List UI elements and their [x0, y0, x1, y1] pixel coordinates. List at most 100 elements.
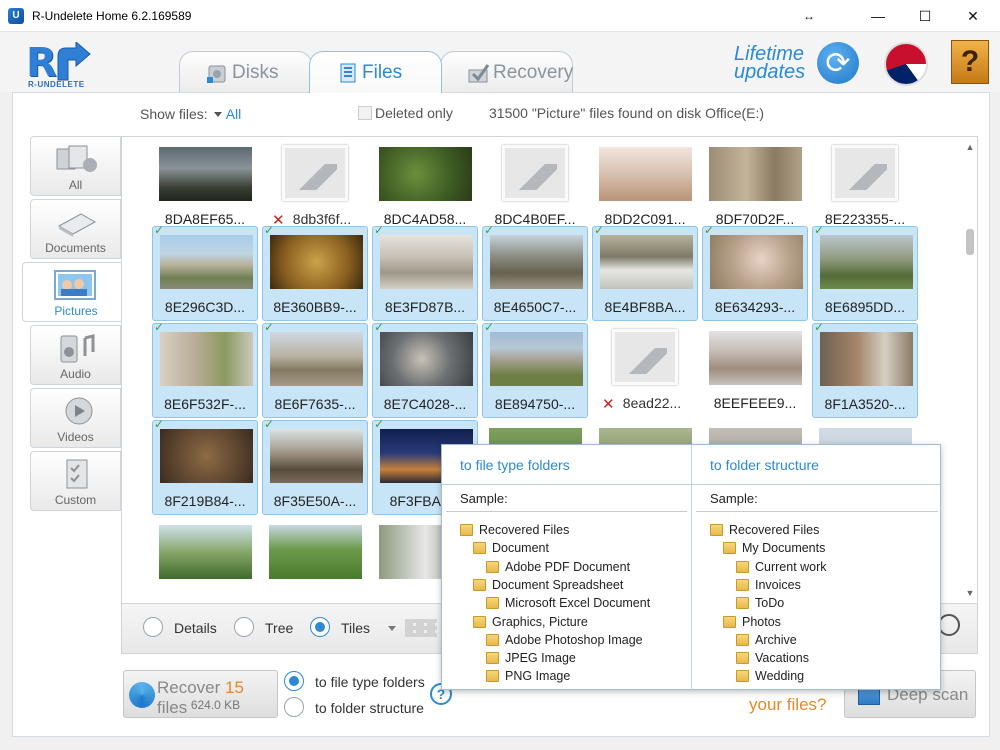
deleted-only-checkbox[interactable]: [358, 106, 372, 120]
tile-size-icon[interactable]: [405, 619, 437, 637]
file-tile[interactable]: ✓ 8E3FD87B...: [372, 223, 478, 321]
file-tile[interactable]: 8DC4AD58...: [372, 139, 478, 234]
thumbnail-image: [820, 332, 913, 386]
popup-file-type-folders-header[interactable]: to file type folders: [442, 445, 691, 485]
help-icon[interactable]: ?: [951, 40, 989, 84]
custom-icon: [66, 459, 88, 489]
your-files-link[interactable]: your files?: [749, 695, 826, 715]
popup-divider-right: [696, 511, 938, 512]
file-tile[interactable]: ✓ 8F1A3520-...: [812, 320, 918, 418]
category-audio-label: Audio: [60, 367, 91, 381]
scroll-down-icon[interactable]: ▼: [963, 588, 977, 598]
category-audio[interactable]: Audio: [30, 325, 121, 385]
category-pictures[interactable]: Pictures: [22, 262, 122, 322]
close-button[interactable]: ✕: [950, 0, 996, 32]
file-tile[interactable]: [152, 517, 258, 603]
thumbnail-image: [710, 235, 803, 289]
minimize-button[interactable]: —: [855, 0, 901, 32]
file-tile[interactable]: [262, 517, 368, 603]
folder-icon: [486, 670, 499, 683]
thumbnail-image: [709, 331, 802, 385]
tab-recovery[interactable]: Recovery: [440, 51, 573, 93]
maximize-button[interactable]: ☐: [902, 0, 948, 32]
tree-folder: PNG Image: [486, 669, 570, 683]
image-placeholder-icon: [282, 145, 348, 201]
folder-icon: [736, 597, 749, 610]
file-tile[interactable]: ✕ 8db3f6f...: [262, 139, 368, 234]
thumbnail-image: [270, 332, 363, 386]
file-tile[interactable]: ✓ 8E360BB9-...: [262, 223, 368, 321]
tree-folder-label: Adobe PDF Document: [505, 559, 631, 574]
tree-radio[interactable]: [234, 617, 254, 637]
file-name: 8E6895DD...: [824, 299, 906, 315]
folder-icon: [460, 524, 473, 536]
file-tile[interactable]: 8DF70D2F...: [702, 139, 808, 234]
category-pictures-label: Pictures: [54, 304, 98, 318]
thumbnail-image: [159, 525, 252, 579]
file-tile[interactable]: 8DD2C091...: [592, 139, 698, 234]
file-tile[interactable]: ✓ 8E296C3D...: [152, 223, 258, 321]
file-tile[interactable]: 8E223355-...: [812, 139, 918, 234]
file-tile[interactable]: ✓ 8E6895DD...: [812, 223, 918, 321]
file-tile[interactable]: ✓ 8F35E50A-...: [262, 417, 368, 515]
tab-disks-label: Disks: [232, 61, 279, 83]
file-type-folders-radio[interactable]: [284, 671, 304, 691]
category-videos[interactable]: Videos: [30, 388, 121, 448]
image-placeholder-icon: [612, 329, 678, 385]
file-name: 8E4BF8BA...: [604, 299, 686, 315]
tree-folder-label: Graphics, Picture: [492, 614, 588, 629]
file-tile[interactable]: ✓ 8E6F7635-...: [262, 320, 368, 418]
file-name: 8F35E50A-...: [273, 493, 357, 509]
folder-icon: [736, 670, 749, 683]
file-tile[interactable]: ✓ 8E4BF8BA...: [592, 223, 698, 321]
folder-structure-radio[interactable]: [284, 697, 304, 717]
details-radio[interactable]: [143, 617, 163, 637]
tree-folder: Archive: [736, 633, 797, 647]
recovery-structure-popup: to file type folders to folder structure…: [441, 444, 941, 691]
show-files-filter[interactable]: Show files: All: [140, 106, 241, 122]
tree-folder: Graphics, Picture: [473, 615, 588, 629]
tree-folder: Microsoft Excel Document: [486, 596, 650, 610]
lifetime-updates-link[interactable]: Lifetime updates: [734, 44, 805, 82]
popup-folder-structure-header[interactable]: to folder structure: [692, 445, 940, 485]
category-all[interactable]: All: [30, 136, 121, 196]
scroll-thumb[interactable]: [966, 229, 974, 255]
file-name: 8DD2C091...: [604, 211, 686, 227]
restore-arrows-icon[interactable]: ↔: [786, 0, 832, 32]
show-files-value[interactable]: All: [226, 106, 242, 122]
thumbnail-image: [380, 235, 473, 289]
tab-disks[interactable]: Disks: [179, 51, 312, 93]
category-custom[interactable]: Custom: [30, 451, 121, 511]
file-tile[interactable]: ✕ 8ead22...: [592, 323, 698, 418]
thumbnail-image: [599, 147, 692, 201]
refresh-icon[interactable]: ⟳: [817, 42, 859, 84]
folder-icon: [486, 652, 499, 665]
folder-icon: [710, 524, 723, 536]
file-tile[interactable]: 8DC4B0EF...: [482, 139, 588, 234]
category-videos-label: Videos: [57, 430, 94, 444]
vertical-scrollbar[interactable]: ▲ ▼: [963, 142, 977, 598]
details-label: Details: [174, 620, 217, 636]
file-name: 8ead22...: [622, 395, 682, 411]
file-tile[interactable]: 8EEFEEE9...: [702, 323, 808, 418]
folder-icon: [486, 633, 499, 646]
loading-spinner-icon: [938, 614, 960, 636]
file-tile[interactable]: ✓ 8F219B84-...: [152, 417, 258, 515]
tab-files[interactable]: Files: [309, 51, 442, 93]
image-placeholder-icon: [502, 145, 568, 201]
logo-arrow-icon: [57, 42, 91, 81]
file-tile[interactable]: ✓ 8E7C4028-...: [372, 320, 478, 418]
file-tile[interactable]: ✓ 8E6F532F-...: [152, 320, 258, 418]
documents-icon: [57, 213, 97, 237]
scroll-up-icon[interactable]: ▲: [963, 142, 977, 152]
tree-folder-label: Microsoft Excel Document: [505, 596, 651, 611]
file-tile[interactable]: ✓ 8E894750-...: [482, 320, 588, 418]
category-documents[interactable]: Documents: [30, 199, 121, 259]
tiles-radio[interactable]: [310, 617, 330, 637]
file-tile[interactable]: ✓ 8E634293-...: [702, 223, 808, 321]
file-tile[interactable]: ✓ 8E4650C7-...: [482, 223, 588, 321]
language-flag-icon[interactable]: [884, 42, 928, 86]
file-tile[interactable]: 8DA8EF65...: [152, 139, 258, 234]
recover-button[interactable]: Recover 15 files 624.0 KB: [123, 670, 278, 718]
tiles-size-chevron-icon[interactable]: [388, 626, 396, 631]
